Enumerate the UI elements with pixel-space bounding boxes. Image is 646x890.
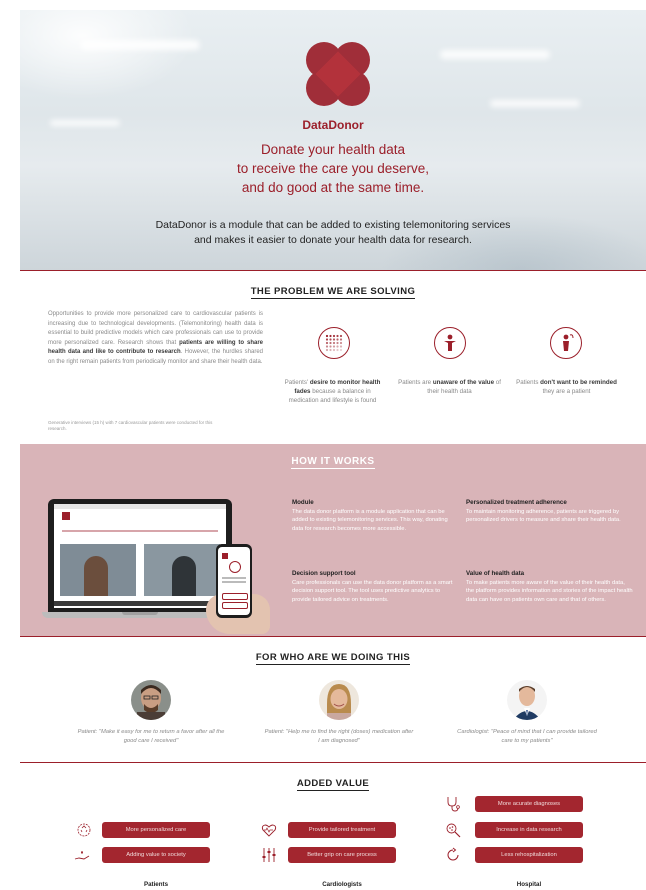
problem-card-2: Patients are unaware of the value of the… — [398, 379, 501, 395]
section-divider — [20, 762, 646, 763]
section-divider — [20, 636, 646, 637]
how-item-module: Module The data donor platform is a modul… — [292, 499, 448, 533]
persona-avatar-2 — [319, 680, 359, 720]
persona-quote-3: Cardiologist: "Peace of mind that I can … — [457, 729, 597, 744]
sliders-icon — [261, 847, 277, 863]
added-value-title: ADDED VALUE — [296, 778, 370, 791]
phone-mockup — [216, 544, 252, 618]
hand-heart-icon — [74, 847, 90, 863]
problem-title: THE PROBLEM WE ARE SOLVING — [250, 286, 416, 299]
how-item-decision-support: Decision support tool Care professionals … — [292, 570, 453, 604]
poster: DataDonor Donate your health data to rec… — [20, 10, 646, 890]
patients-value-1: More personalized care — [102, 822, 210, 838]
cycle-arrows-icon — [445, 847, 461, 863]
persona-avatar-3 — [507, 680, 547, 720]
hospital-value-3: Less rehospitalization — [475, 847, 583, 863]
hospital-value-1: More acurate diagnoses — [475, 796, 583, 812]
cardiologists-value-1: Provide tailored treatment — [288, 822, 396, 838]
stethoscope-icon — [445, 796, 461, 812]
persona-quote-1: Patient: "Make it easy for me to return … — [77, 729, 225, 744]
heart-pulse-icon — [261, 822, 277, 838]
how-item-value: Value of health data To make patients mor… — [466, 570, 633, 604]
patients-column-label: Patients — [143, 881, 169, 888]
cardiologists-column-label: Cardiologists — [322, 881, 362, 888]
hero-banner: DataDonor Donate your health data to rec… — [20, 10, 646, 270]
how-title: HOW IT WORKS — [291, 456, 375, 469]
how-item-adherence: Personalized treatment adherence To maint… — [466, 499, 621, 524]
section-divider — [20, 270, 646, 271]
person-icon — [434, 327, 466, 359]
problem-card-3: Patients don't want to be reminded they … — [516, 379, 617, 395]
brand-name: DataDonor — [302, 118, 364, 132]
person-bell-icon — [550, 327, 582, 359]
magnifier-data-icon — [445, 822, 461, 838]
datadonor-logo-icon — [306, 42, 370, 106]
persona-avatar-1 — [131, 680, 171, 720]
how-it-works-section: HOW IT WORKS Module The data donor platf… — [20, 444, 646, 636]
hero-tagline: Donate your health data to receive the c… — [236, 142, 430, 195]
hero-intro: DataDonor is a module that can be added … — [155, 219, 511, 246]
persona-quote-2: Patient: "Help me to find the right (dos… — [264, 729, 414, 744]
for-who-title: FOR WHO ARE WE DOING THIS — [255, 652, 411, 665]
recycle-hands-icon — [76, 822, 92, 838]
patients-value-2: Adding value to society — [102, 847, 210, 863]
problem-text: Opportunities to provide more personaliz… — [48, 311, 264, 365]
dots-fade-icon — [318, 327, 350, 359]
hospital-column-label: Hospital — [516, 881, 542, 888]
problem-note: Generative interviews (15 h) with 7 card… — [48, 420, 213, 431]
problem-card-1: Patients' desire to monitor health fades… — [284, 379, 381, 404]
cardiologists-value-2: Better grip on care process — [288, 847, 396, 863]
hospital-value-2: Increase in data research — [475, 822, 583, 838]
